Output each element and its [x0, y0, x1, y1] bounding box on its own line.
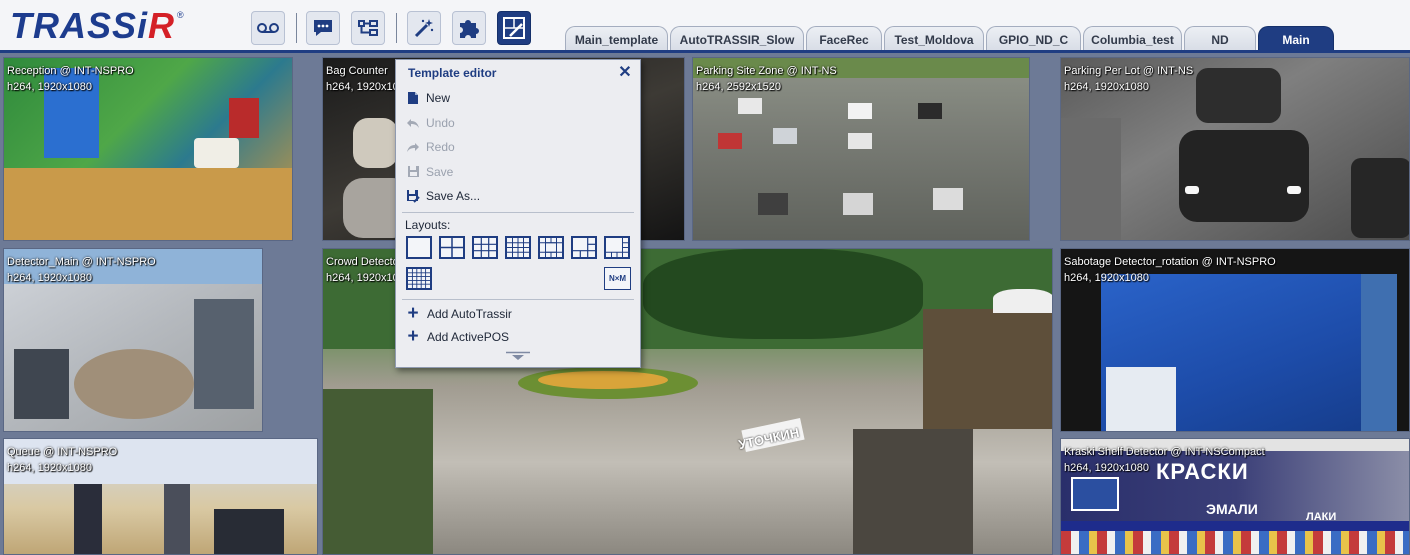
editor-divider — [402, 298, 634, 300]
camera-tile-sabotage[interactable]: Sabotage Detector_rotation @ INT-NSPRO h2… — [1060, 248, 1410, 432]
menu-item-new[interactable]: New — [396, 86, 640, 111]
hierarchy-button[interactable] — [351, 11, 385, 45]
chat-button[interactable] — [306, 11, 340, 45]
template-editor-header: Template editor ✕ — [396, 60, 640, 86]
voicemail-icon — [257, 23, 279, 33]
layouts-grid: N×M — [396, 235, 640, 296]
puzzle-button[interactable] — [452, 11, 486, 45]
camera-tile-parking-lot[interactable]: Parking Per Lot @ INT-NS h264, 1920x1080 — [1060, 57, 1410, 241]
menu-item-undo[interactable]: Undo — [396, 111, 640, 136]
collapse-arrow-icon — [506, 351, 530, 360]
save-as-icon — [406, 189, 420, 203]
tab-autotrassir-slow[interactable]: AutoTRASSIR_Slow — [670, 26, 804, 53]
camera-tile-shelf[interactable]: КРАСКИ ЭМАЛИ ЛАКИ Kraski Shelf Detector … — [1060, 438, 1410, 555]
puzzle-icon — [460, 20, 479, 38]
tab-underline — [0, 50, 1410, 53]
top-bar: TRASSiR ® Main_template AutoTRASSIR_Slow… — [0, 0, 1410, 53]
plus-icon: + — [407, 303, 419, 324]
template-edit-icon — [503, 17, 525, 39]
camera-tile-queue[interactable]: Queue @ INT-NSPRO h264, 1920x1080 — [3, 438, 318, 555]
tab-columbia-test[interactable]: Columbia_test — [1083, 26, 1182, 53]
layout-1-plus-7[interactable] — [604, 235, 630, 259]
add-autotrassir-button[interactable]: + Add AutoTrassir — [396, 303, 640, 326]
menu-item-save-as[interactable]: Save As... — [396, 184, 640, 209]
template-editor-panel: Template editor ✕ New Undo Redo Save Sav… — [395, 59, 641, 368]
trassir-logo: TRASSiR ® — [10, 5, 184, 46]
camera-tile-reception[interactable]: Reception @ INT-NSPRO h264, 1920x1080 — [3, 57, 293, 241]
layout-nxm-button[interactable]: N×M — [604, 266, 631, 290]
layouts-label: Layouts: — [405, 217, 451, 232]
tab-main-template[interactable]: Main_template — [565, 26, 668, 53]
tab-test-moldova[interactable]: Test_Moldova — [884, 26, 984, 53]
chat-icon — [314, 20, 332, 36]
layout-1-plus-12[interactable] — [538, 235, 564, 259]
menu-item-save[interactable]: Save — [396, 160, 640, 185]
plus-icon: + — [407, 326, 419, 347]
undo-icon — [406, 116, 420, 130]
camera-tile-empty — [263, 248, 315, 432]
hierarchy-icon — [358, 20, 378, 36]
tab-facerec[interactable]: FaceRec — [806, 26, 882, 53]
tab-nd[interactable]: ND — [1184, 26, 1256, 53]
tab-gpio-nd-c[interactable]: GPIO_ND_C — [986, 26, 1081, 53]
tab-main[interactable]: Main — [1258, 26, 1334, 53]
layout-4x4[interactable] — [505, 235, 531, 259]
magic-wand-icon — [414, 19, 434, 38]
editor-collapse-handle[interactable] — [396, 345, 640, 367]
template-editor-title: Template editor — [408, 66, 497, 80]
voicemail-button[interactable] — [251, 11, 285, 45]
new-document-icon — [406, 91, 420, 105]
layout-tabs: Main_template AutoTRASSIR_Slow FaceRec T… — [565, 26, 1336, 53]
toolbar-divider — [396, 13, 397, 43]
layout-2x2[interactable] — [439, 235, 465, 259]
magic-wand-button[interactable] — [407, 11, 441, 45]
template-edit-button[interactable] — [497, 11, 531, 45]
camera-tile-parking-site[interactable]: Parking Site Zone @ INT-NS h264, 2592x152… — [692, 57, 1030, 241]
layout-1-plus-5[interactable] — [571, 235, 597, 259]
shop-sign-enamels: ЭМАЛИ — [1206, 501, 1258, 517]
redo-icon — [406, 140, 420, 154]
close-icon[interactable]: ✕ — [616, 64, 634, 82]
toolbar-divider — [296, 13, 297, 43]
menu-item-redo[interactable]: Redo — [396, 135, 640, 160]
layout-3x3[interactable] — [472, 235, 498, 259]
layout-5x5[interactable] — [406, 266, 432, 290]
camera-tile-detector-main[interactable]: Detector_Main @ INT-NSPRO h264, 1920x1080 — [3, 248, 263, 432]
layout-1x1[interactable] — [406, 235, 432, 259]
save-icon — [406, 165, 420, 179]
editor-divider — [402, 211, 634, 213]
